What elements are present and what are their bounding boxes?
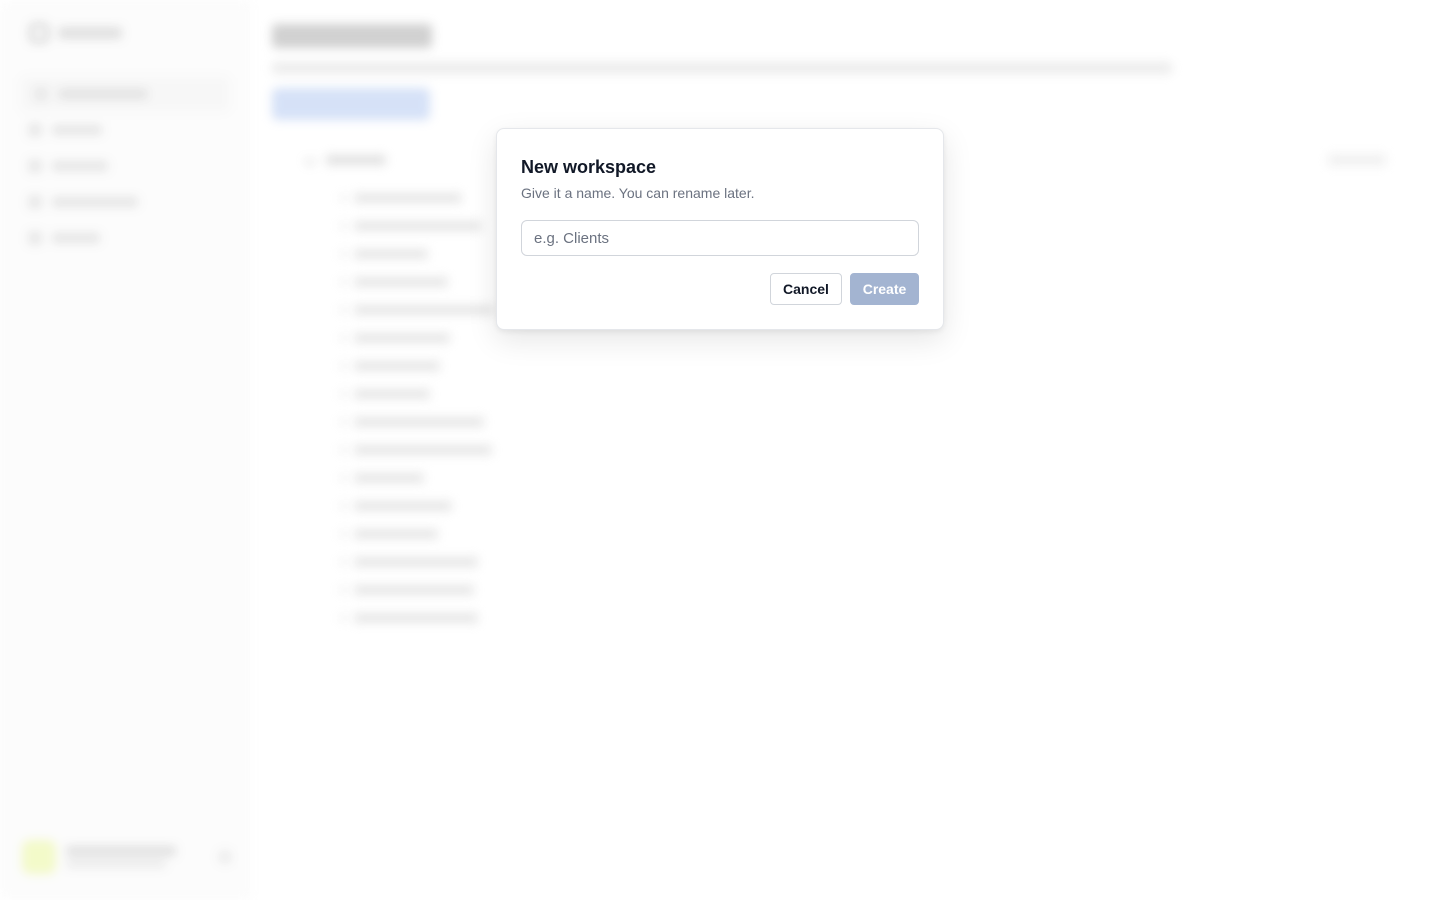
dialog-description: Give it a name. You can rename later.: [521, 185, 755, 201]
dialog-actions: Cancel Create: [770, 273, 919, 305]
cancel-button[interactable]: Cancel: [770, 273, 842, 305]
create-button[interactable]: Create: [850, 273, 919, 305]
workspace-name-input[interactable]: [521, 220, 919, 256]
new-workspace-dialog: New workspace Give it a name. You can re…: [496, 128, 944, 330]
dialog-title: New workspace: [521, 157, 657, 177]
